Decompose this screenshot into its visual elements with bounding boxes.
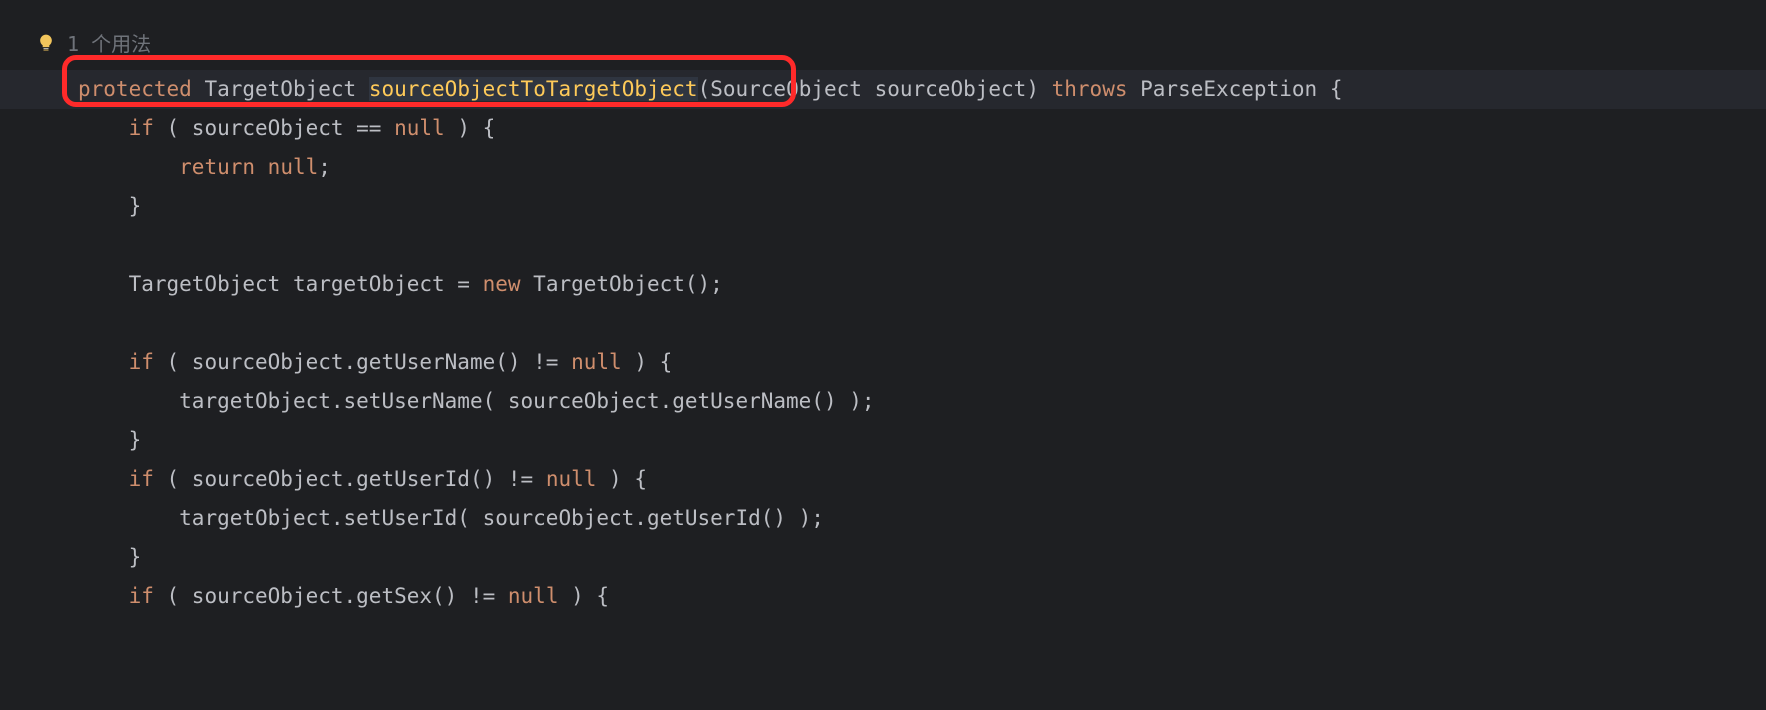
exception-type: ParseException [1140, 77, 1317, 101]
keyword-if: if [129, 350, 154, 374]
keyword-null: null [508, 584, 559, 608]
type: TargetObject [129, 272, 281, 296]
code-line[interactable]: TargetObject targetObject = new TargetOb… [0, 265, 1766, 304]
rparen: ) [1026, 77, 1039, 101]
semicolon: ; [318, 155, 331, 179]
code-line[interactable]: targetObject.setUserName( sourceObject.g… [0, 382, 1766, 421]
lparen: ( [698, 77, 711, 101]
keyword-if: if [129, 116, 154, 140]
code-text: ) { [445, 116, 496, 140]
keyword-null: null [394, 116, 445, 140]
keyword-if: if [129, 584, 154, 608]
keyword-return: return [179, 155, 255, 179]
code-text: ( sourceObject.getUserName() != [154, 350, 571, 374]
keyword-null: null [571, 350, 622, 374]
keyword-null: null [268, 155, 319, 179]
method-name: sourceObjectToTargetObject [369, 77, 698, 101]
rbrace: } [129, 545, 142, 569]
rbrace: } [129, 428, 142, 452]
code-text: ) { [558, 584, 609, 608]
hint-row: 1 个用法 [35, 28, 151, 57]
code-text: TargetObject(); [521, 272, 723, 296]
code-text: ( sourceObject.getUserId() != [154, 467, 546, 491]
code-text: ) { [596, 467, 647, 491]
code-line[interactable]: if ( sourceObject.getUserName() != null … [0, 343, 1766, 382]
param-name: sourceObject [875, 77, 1027, 101]
keyword-protected: protected [78, 77, 192, 101]
code-line[interactable]: } [0, 538, 1766, 577]
keyword-throws: throws [1052, 77, 1128, 101]
rbrace: } [129, 194, 142, 218]
keyword-new: new [483, 272, 521, 296]
code-line[interactable]: return null; [0, 148, 1766, 187]
param-type: SourceObject [710, 77, 862, 101]
code-text: targetObject.setUserId( sourceObject.get… [179, 506, 824, 530]
code-line[interactable] [0, 304, 1766, 343]
code-line[interactable]: protected TargetObject sourceObjectToTar… [0, 70, 1766, 109]
code-line[interactable]: if ( sourceObject == null ) { [0, 109, 1766, 148]
keyword-if: if [129, 467, 154, 491]
code-text: ) { [622, 350, 673, 374]
code-text: ( sourceObject == [154, 116, 394, 140]
code-line[interactable]: if ( sourceObject.getSex() != null ) { [0, 577, 1766, 616]
lbrace: { [1330, 77, 1343, 101]
usage-count-label[interactable]: 1 个用法 [67, 28, 151, 57]
keyword-null: null [546, 467, 597, 491]
lightbulb-icon[interactable] [35, 32, 57, 54]
code-text: targetObject = [280, 272, 482, 296]
code-line[interactable] [0, 226, 1766, 265]
code-text: ( sourceObject.getSex() != [154, 584, 508, 608]
code-editor[interactable]: 1 个用法 protected TargetObject sourceObjec… [0, 0, 1766, 616]
code-line[interactable]: } [0, 187, 1766, 226]
code-line[interactable]: targetObject.setUserId( sourceObject.get… [0, 499, 1766, 538]
code-line[interactable]: } [0, 421, 1766, 460]
code-line[interactable]: if ( sourceObject.getUserId() != null ) … [0, 460, 1766, 499]
return-type: TargetObject [204, 77, 356, 101]
code-text: targetObject.setUserName( sourceObject.g… [179, 389, 874, 413]
